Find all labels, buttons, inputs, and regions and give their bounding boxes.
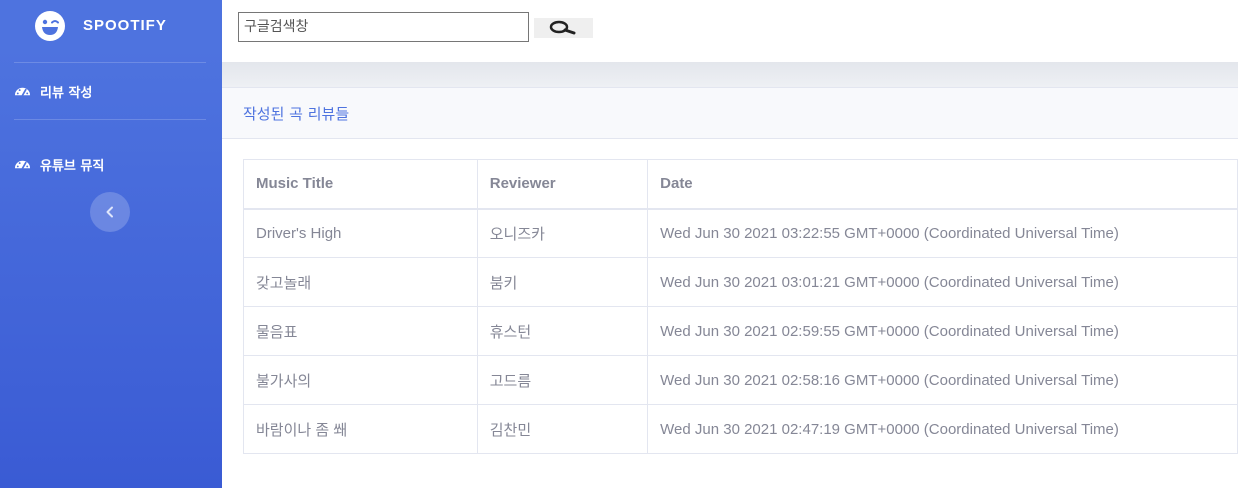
chevron-left-icon [106,206,113,218]
sidebar-item-write-review[interactable]: 리뷰 작성 [14,81,92,101]
table-row: Driver's High 오니즈카 Wed Jun 30 2021 03:22… [243,208,1238,258]
content-shadow [222,62,1238,87]
date-cell: Wed Jun 30 2021 02:58:16 GMT+0000 (Coord… [647,355,1238,405]
reviewer-cell: 붐키 [476,257,649,307]
tachometer-icon [14,160,31,169]
reviewer-cell: 고드름 [476,355,649,405]
search-input[interactable] [238,12,529,42]
date-cell: Wed Jun 30 2021 03:01:21 GMT+0000 (Coord… [647,257,1238,307]
music-title-link[interactable]: 갖고놀래 [243,257,478,307]
date-cell: Wed Jun 30 2021 02:59:55 GMT+0000 (Coord… [647,306,1238,356]
table-header-row: Music Title Reviewer Date [243,159,1238,210]
sidebar: SPOOTIFY 리뷰 작성 유튜브 뮤직 [0,0,222,488]
reviews-table: Music Title Reviewer Date Driver's High … [243,159,1238,454]
reviewer-cell: 오니즈카 [476,208,649,258]
table-row: 불가사의 고드름 Wed Jun 30 2021 02:58:16 GMT+00… [243,355,1238,405]
tachometer-icon [14,87,31,96]
brand-name: SPOOTIFY [83,17,167,34]
column-header-date[interactable]: Date [647,159,1238,210]
music-title-link[interactable]: 물음표 [243,306,478,356]
sidebar-divider [14,119,206,120]
sidebar-toggle-button[interactable] [90,192,130,232]
music-title-link[interactable]: Driver's High [243,208,478,258]
reviewer-cell: 김찬민 [476,404,649,454]
card-header: 작성된 곡 리뷰들 [222,87,1238,139]
sidebar-divider [14,62,206,63]
table-row: 물음표 휴스턴 Wed Jun 30 2021 02:59:55 GMT+000… [243,306,1238,356]
magnifier-icon [549,20,576,35]
card-body: Music Title Reviewer Date Driver's High … [222,139,1238,488]
topbar [222,0,1238,62]
laugh-wink-icon [35,11,65,41]
sidebar-item-youtube-music[interactable]: 유튜브 뮤직 [14,154,104,174]
card-title: 작성된 곡 리뷰들 [243,105,350,123]
music-title-link[interactable]: 불가사의 [243,355,478,405]
column-header-reviewer[interactable]: Reviewer [476,159,649,210]
date-cell: Wed Jun 30 2021 02:47:19 GMT+0000 (Coord… [647,404,1238,454]
column-header-music-title[interactable]: Music Title [243,159,478,210]
search-button[interactable] [534,18,593,38]
brand-link[interactable]: SPOOTIFY [0,0,222,52]
table-row: 바람이나 좀 쐐 김찬민 Wed Jun 30 2021 02:47:19 GM… [243,404,1238,454]
sidebar-item-label: 리뷰 작성 [40,85,93,101]
table-row: 갖고놀래 붐키 Wed Jun 30 2021 03:01:21 GMT+000… [243,257,1238,307]
date-cell: Wed Jun 30 2021 03:22:55 GMT+0000 (Coord… [647,208,1238,258]
reviewer-cell: 휴스턴 [476,306,649,356]
sidebar-item-label: 유튜브 뮤직 [40,158,105,174]
music-title-link[interactable]: 바람이나 좀 쐐 [243,404,478,454]
